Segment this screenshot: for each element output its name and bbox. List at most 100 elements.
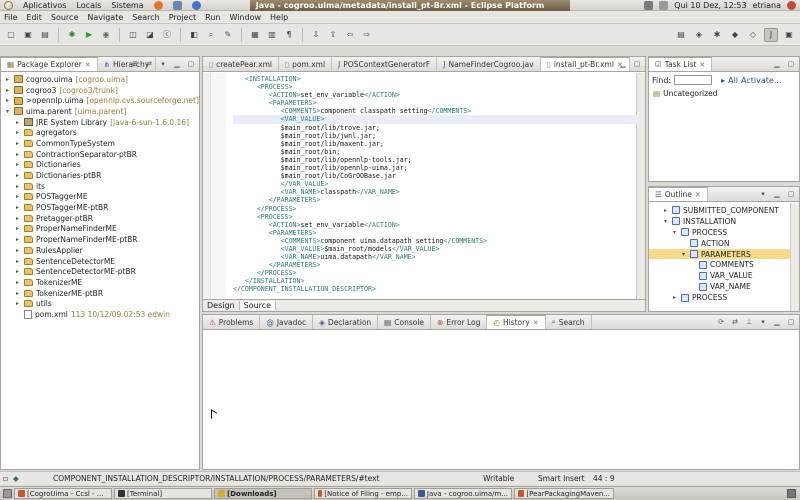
code-line[interactable]: <COMMENTS>component classpath setting</C… xyxy=(233,107,638,115)
debug-icon[interactable]: ✱ xyxy=(65,28,79,42)
taskbar-window-button[interactable]: [CogroUima - Ccsl - ... xyxy=(14,488,112,499)
source-tab[interactable]: Source xyxy=(239,301,277,310)
link-icon[interactable]: ⇄ xyxy=(730,317,740,327)
open-type-icon[interactable]: ◧ xyxy=(187,28,201,42)
system-menu[interactable]: Sistema xyxy=(111,1,143,10)
collapsed-twisty-icon[interactable]: ▸ xyxy=(662,207,669,214)
collapsed-twisty-icon[interactable]: ▸ xyxy=(14,247,21,254)
refresh-icon[interactable]: ⟳ xyxy=(716,317,726,327)
new-package-icon[interactable]: ◪ xyxy=(143,28,157,42)
pencil-icon[interactable]: ✎ xyxy=(221,28,235,42)
outline-item[interactable]: ▾ PROCESS xyxy=(649,227,799,238)
tree-item[interactable]: ▸ its xyxy=(1,181,199,192)
tab-search[interactable]: ⌕ Search xyxy=(546,315,592,329)
collapsed-twisty-icon[interactable]: ▸ xyxy=(14,193,21,200)
tab-task-list[interactable]: ☑ Task List ✕ xyxy=(649,57,713,71)
tree-item[interactable]: ▸ SentenceDetectorME xyxy=(1,256,199,267)
tree-item[interactable]: ▸ utils xyxy=(1,298,199,309)
code-line[interactable]: $main_root/lib/CoGrOOBase.jar xyxy=(233,172,638,180)
collapsed-twisty-icon[interactable]: ▸ xyxy=(14,236,21,243)
collapsed-twisty-icon[interactable]: ▸ xyxy=(4,87,11,94)
clock[interactable]: Qui 10 Dez, 12:53 xyxy=(674,1,746,10)
team-perspective-icon[interactable]: ◈ xyxy=(692,28,706,42)
menu-window[interactable]: Window xyxy=(229,13,261,22)
run-icon[interactable]: ▶ xyxy=(82,28,96,42)
minimize-icon[interactable]: ▁ xyxy=(772,189,782,199)
open-perspective-icon[interactable]: ▤ xyxy=(674,28,688,42)
collapse-all-icon[interactable]: ⊟ xyxy=(130,59,140,69)
tab-problems[interactable]: ⚠ Problems xyxy=(203,315,261,329)
tree-item[interactable]: ▸ Dictionaries xyxy=(1,160,199,171)
code-line[interactable]: <PARAMETERS> xyxy=(233,99,638,107)
new-class-icon[interactable]: ⓒ xyxy=(160,28,174,42)
expanded-twisty-icon[interactable]: ▾ xyxy=(4,108,11,115)
menu-edit[interactable]: Edit xyxy=(26,13,42,22)
outline-item[interactable]: ▾ INSTALLATION xyxy=(649,216,799,227)
editor-tab-poscontext[interactable]: J POSContextGeneratorF xyxy=(332,57,438,71)
tree-item[interactable]: ▸ POSTaggerME xyxy=(1,192,199,203)
code-line[interactable]: $main_root/bin; xyxy=(233,148,638,156)
collapsed-twisty-icon[interactable]: ▸ xyxy=(14,119,21,126)
code-line[interactable]: <ACTION>set_env_variable</ACTION> xyxy=(233,221,638,229)
tree-item[interactable]: ▸ ProperNameFinderME xyxy=(1,224,199,235)
editor-tab-pom[interactable]: ▯ pom.xml xyxy=(279,57,333,71)
code-line[interactable]: </PROCESS> xyxy=(233,205,638,213)
outline-scrollbar[interactable] xyxy=(790,203,799,311)
menu-file[interactable]: File xyxy=(4,13,17,22)
tree-item[interactable]: ▸ RulesApplier xyxy=(1,245,199,256)
mail-launcher-icon[interactable] xyxy=(172,0,182,10)
code-line[interactable]: <PROCESS> xyxy=(233,83,638,91)
maximize-icon[interactable]: ▢ xyxy=(186,59,196,69)
tree-item[interactable]: ▸ Pretagger-ptBR xyxy=(1,213,199,224)
task-category-row[interactable]: ▤ Uncategorized xyxy=(649,88,799,99)
forward-icon[interactable]: ⇨ xyxy=(360,28,374,42)
code-line[interactable]: <VAR_NAME>uima.datapath</VAR_NAME> xyxy=(233,253,638,261)
view-menu-icon[interactable]: ▾ xyxy=(158,59,168,69)
collapsed-twisty-icon[interactable]: ▸ xyxy=(14,140,21,147)
menu-project[interactable]: Project xyxy=(169,13,196,22)
taskbar-window-button[interactable]: [Notice of Filing - emp... xyxy=(314,488,412,499)
java-perspective-icon[interactable]: J xyxy=(764,27,778,42)
code-line[interactable]: <VAR_VALUE> xyxy=(233,115,638,124)
back-icon[interactable]: ⇦ xyxy=(343,28,357,42)
minimize-icon[interactable]: ▁ xyxy=(172,59,182,69)
outline-item[interactable]: COMMENTS xyxy=(649,259,799,270)
view-menu-icon[interactable]: ▾ xyxy=(758,189,768,199)
collapsed-twisty-icon[interactable]: ▸ xyxy=(14,258,21,265)
code-line[interactable]: $main_root/lib/opennlp-tools.jar; xyxy=(233,156,638,164)
help-launcher-icon[interactable] xyxy=(191,0,201,10)
code-line[interactable]: </PARAMETERS> xyxy=(233,261,638,269)
tab-error-log[interactable]: ⊗ Error Log xyxy=(431,315,488,329)
plugin-perspective-icon[interactable]: ◇ xyxy=(746,28,760,42)
tab-package-explorer[interactable]: ▦ Package Explorer ✕ xyxy=(1,57,98,71)
collapsed-twisty-icon[interactable]: ▸ xyxy=(14,300,21,307)
tab-declaration[interactable]: ◈ Declaration xyxy=(313,315,379,329)
menu-search[interactable]: Search xyxy=(132,13,159,22)
code-line[interactable]: $main_root/lib/maxent.jar; xyxy=(233,140,638,148)
tree-item[interactable]: ▸ JRE System Library [java-6-sun-1.6.0.16] xyxy=(1,117,199,128)
tab-outline[interactable]: ☰ Outline ✕ xyxy=(649,187,708,201)
code-line[interactable]: </COMPONENT_INSTALLATION_DESCRIPTOR> xyxy=(233,285,638,293)
svn-perspective-icon[interactable]: ◆ xyxy=(728,28,742,42)
tree-item[interactable]: ▾ uima.parent [uima.parent] xyxy=(1,106,199,117)
tab-console[interactable]: ▤ Console xyxy=(378,315,432,329)
tree-item[interactable]: ▸ TokenizerME xyxy=(1,277,199,288)
tree-item[interactable]: ▸ >opennlp.uima [opennlp.cvs.sourceforge.n… xyxy=(1,95,199,106)
collapsed-twisty-icon[interactable]: ▸ xyxy=(14,290,21,297)
show-desktop-icon[interactable] xyxy=(3,489,12,498)
minimize-icon[interactable]: ▁ xyxy=(618,59,628,69)
taskbar-window-button[interactable]: [PearPackagingMaven... xyxy=(514,488,614,499)
taskbar-window-button[interactable]: Java - cogroo.uima/m... xyxy=(414,488,512,499)
tree-item[interactable]: ▸ Dictionaries-ptBR xyxy=(1,170,199,181)
network-icon[interactable] xyxy=(644,1,654,10)
collapsed-twisty-icon[interactable]: ▸ xyxy=(14,215,21,222)
previous-annotation-icon[interactable]: ⇧ xyxy=(326,28,340,42)
new-icon[interactable]: ▢ xyxy=(4,28,18,42)
view-menu-icon[interactable]: ▾ xyxy=(758,317,768,327)
maximize-icon[interactable]: ▢ xyxy=(632,59,642,69)
all-link[interactable]: All xyxy=(728,76,738,85)
firefox-launcher-icon[interactable] xyxy=(153,0,163,10)
menu-source[interactable]: Source xyxy=(51,13,78,22)
code-line[interactable]: <PARAMETERS> xyxy=(233,229,638,237)
code-line[interactable]: </PROCESS> xyxy=(233,269,638,277)
